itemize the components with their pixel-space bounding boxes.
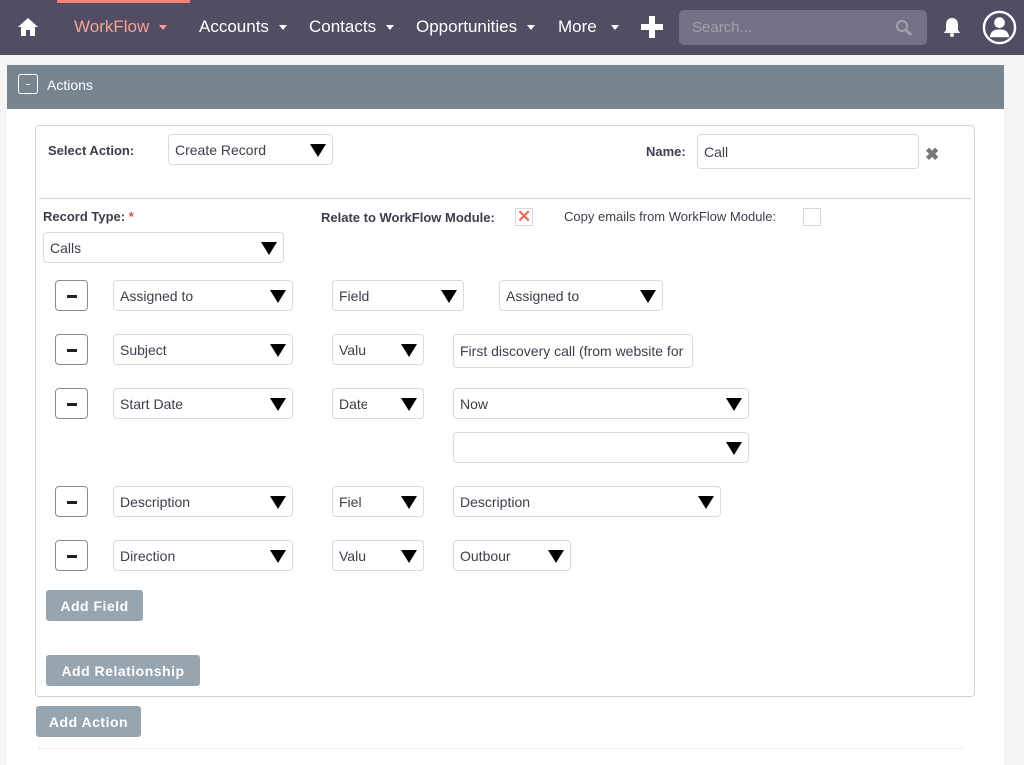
home-icon[interactable] — [16, 15, 40, 39]
field-type-dropdown[interactable]: Fiel — [332, 486, 424, 517]
relate-checkbox[interactable]: ✕ — [515, 207, 533, 226]
dropdown-arrow-icon — [310, 144, 326, 157]
remove-field-button[interactable] — [55, 486, 88, 517]
select-action-label: Select Action: — [48, 143, 135, 158]
dropdown-arrow-icon — [270, 344, 286, 357]
create-plus-icon[interactable] — [641, 16, 663, 38]
date-modifier-dropdown[interactable] — [453, 432, 749, 463]
user-avatar-icon[interactable] — [982, 10, 1017, 45]
dropdown-arrow-icon — [401, 496, 417, 509]
dotted-divider — [38, 748, 964, 749]
divider — [39, 198, 971, 199]
field-type-dropdown[interactable]: Field — [332, 280, 464, 311]
collapse-button[interactable]: - — [18, 74, 38, 94]
nav-more[interactable]: More — [558, 17, 619, 37]
nav-active-indicator — [57, 0, 190, 3]
dropdown-arrow-icon — [270, 496, 286, 509]
chevron-down-icon — [527, 24, 536, 30]
field-value-input[interactable] — [453, 334, 693, 368]
name-input[interactable] — [697, 134, 919, 169]
relate-label: Relate to WorkFlow Module: — [321, 210, 495, 225]
dropdown-arrow-icon — [270, 398, 286, 411]
field-name-dropdown[interactable]: Assigned to — [113, 280, 293, 311]
x-mark-icon: ✕ — [517, 207, 532, 226]
field-type-dropdown[interactable]: Date — [332, 388, 424, 419]
chevron-down-icon — [278, 24, 287, 30]
actions-panel-header[interactable]: - Actions — [7, 65, 1004, 109]
select-action-dropdown[interactable]: Create Record — [168, 134, 333, 165]
record-type-dropdown[interactable]: Calls — [43, 232, 284, 263]
field-name-dropdown[interactable]: Start Date — [113, 388, 293, 419]
dropdown-arrow-icon — [698, 496, 714, 509]
nav-accounts[interactable]: Accounts — [199, 17, 287, 37]
date-value-dropdown[interactable]: Now — [453, 388, 749, 419]
field-value-dropdown[interactable]: Outbour — [453, 540, 571, 571]
field-value-dropdown[interactable]: Assigned to — [499, 280, 663, 311]
remove-field-button[interactable] — [55, 334, 88, 365]
nav-contacts[interactable]: Contacts — [309, 17, 395, 37]
dropdown-arrow-icon — [548, 550, 564, 563]
chevron-down-icon — [386, 24, 395, 30]
copy-emails-label: Copy emails from WorkFlow Module: — [564, 209, 777, 224]
field-name-dropdown[interactable]: Direction — [113, 540, 293, 571]
dropdown-arrow-icon — [726, 442, 742, 455]
dropdown-arrow-icon — [726, 398, 742, 411]
search-box — [679, 10, 927, 45]
remove-field-button[interactable] — [55, 388, 88, 419]
chevron-down-icon — [159, 24, 168, 30]
dropdown-arrow-icon — [261, 242, 277, 255]
page-gutter — [1004, 55, 1024, 765]
remove-field-button[interactable] — [55, 280, 88, 311]
search-icon[interactable] — [895, 19, 913, 37]
dropdown-arrow-icon — [401, 398, 417, 411]
top-navbar: WorkFlow Accounts Contacts Opportunities… — [0, 0, 1024, 55]
dropdown-arrow-icon — [401, 344, 417, 357]
chevron-down-icon — [610, 24, 619, 30]
search-input[interactable] — [679, 10, 927, 45]
field-type-dropdown[interactable]: Valu — [332, 540, 424, 571]
required-marker: * — [128, 209, 134, 224]
dropdown-arrow-icon — [270, 290, 286, 303]
nav-workflow[interactable]: WorkFlow — [74, 17, 168, 37]
copy-emails-checkbox[interactable] — [803, 208, 821, 226]
dropdown-arrow-icon — [441, 290, 457, 303]
field-type-dropdown[interactable]: Valu — [332, 334, 424, 365]
add-action-button[interactable]: Add Action — [36, 706, 141, 737]
record-type-label: Record Type: * — [43, 209, 134, 224]
nav-opportunities[interactable]: Opportunities — [416, 17, 536, 37]
name-label: Name: — [646, 144, 686, 159]
add-field-button[interactable]: Add Field — [46, 590, 143, 621]
field-name-dropdown[interactable]: Subject — [113, 334, 293, 365]
remove-action-icon[interactable]: ✖ — [925, 145, 939, 165]
dropdown-arrow-icon — [270, 550, 286, 563]
field-name-dropdown[interactable]: Description — [113, 486, 293, 517]
bell-icon[interactable] — [941, 16, 963, 38]
dropdown-arrow-icon — [401, 550, 417, 563]
field-value-dropdown[interactable]: Description — [453, 486, 721, 517]
add-relationship-button[interactable]: Add Relationship — [46, 655, 200, 686]
dropdown-arrow-icon — [640, 290, 656, 303]
panel-title: Actions — [47, 77, 93, 93]
remove-field-button[interactable] — [55, 540, 88, 571]
